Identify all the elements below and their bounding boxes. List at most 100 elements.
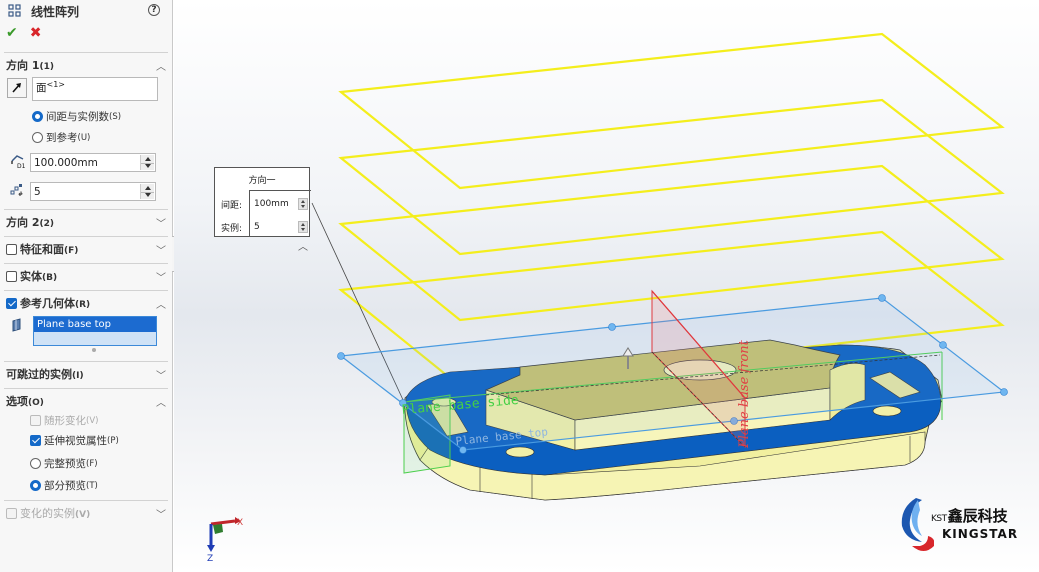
ok-button[interactable]: ✔ [6,25,18,41]
plane-base-front-label: Plane base front [737,339,752,449]
section-key: (R) [75,300,91,310]
bodies-checkbox[interactable] [6,270,17,282]
option-label: 随形变化 [44,415,86,427]
axis-triad [207,517,241,552]
chevron-up-icon[interactable]: ︿ [156,296,166,311]
spacing-spinner[interactable] [140,155,154,170]
section-options-header[interactable]: 选项(O) ︿ [6,392,168,410]
plane-handle [878,294,886,302]
chevron-down-icon[interactable]: ﹀ [156,367,166,382]
reverse-direction-button[interactable] [7,78,27,98]
option-key: (V) [86,415,99,426]
radio-spacing-instances[interactable]: 间距与实例数 (S) [32,109,121,124]
chevron-down-icon[interactable]: ﹀ [156,269,166,284]
option-full-preview[interactable]: 完整预览 (F) [30,456,98,471]
section-key: (I) [72,371,84,381]
plane-handle [608,323,616,331]
ref-geometry-checkbox[interactable] [6,297,17,309]
model-view[interactable]: Plane base side Plane base top Plane bas… [174,0,1039,572]
callout-title: 方向一 [248,176,276,186]
section-label: 参考几何体 [20,297,75,310]
instances-value: 5 [34,185,41,198]
section-key: (O) [28,398,44,408]
radio-button[interactable] [32,111,43,122]
section-key: (B) [42,273,58,283]
section-skip-instances-header[interactable]: 可跳过的实例(I) ﹀ [6,365,168,383]
callout-instances-input[interactable]: 5 [254,222,260,232]
option-propagate-visual[interactable]: 延伸视觉属性 (P) [30,433,119,448]
divider [4,236,168,237]
chevron-up-icon[interactable]: ︿ [156,58,166,73]
graphics-viewport[interactable]: Plane base side Plane base top Plane bas… [174,0,1039,572]
divider [4,500,168,501]
varying-instances-checkbox [6,507,17,519]
callout-spacing-label: 间距: [221,201,243,211]
reference-value: 面 [36,82,47,94]
question-circle-icon[interactable]: ? [148,4,160,16]
checkbox[interactable] [30,435,41,446]
chevron-down-icon[interactable]: ﹀ [156,215,166,230]
divider [4,209,168,210]
chevron-down-icon[interactable]: ﹀ [156,506,166,521]
resize-handle[interactable] [92,348,96,352]
radio-button[interactable] [32,132,43,143]
option-key: (P) [107,435,119,446]
svg-text:D1: D1 [17,163,26,169]
option-partial-preview[interactable]: 部分预览 (T) [30,478,98,493]
panel-title: 线性阵列 [31,4,80,19]
option-label: 完整预览 [44,458,86,470]
spacing-input[interactable]: 100.000mm [30,153,156,172]
pattern-preview-plane [338,98,1005,256]
callout-spacing-spinner[interactable] [298,198,308,210]
spacing-value: 100.000mm [34,156,98,169]
cancel-button[interactable]: ✖ [30,25,42,41]
plane-handle [1000,388,1008,396]
section-label: 变化的实例 [20,507,75,520]
radio-button[interactable] [30,480,41,491]
section-suffix: (1) [39,62,54,72]
plane-icon [12,318,21,332]
section-label: 方向 2 [6,216,40,229]
ref-geometry-selection-list[interactable]: Plane base top [33,316,157,346]
svg-text:#: # [18,191,23,197]
features-faces-checkbox[interactable] [6,243,17,255]
pattern-preview-plane [338,164,1005,322]
reverse-direction-icon [12,83,21,93]
checkbox [30,415,41,426]
pattern-preview-plane [338,32,1005,190]
section-features-faces-header[interactable]: 特征和面(F) ﹀ [6,240,168,258]
callout-instances-spinner[interactable] [298,221,308,233]
kingstar-logo: KST鑫辰科技 KINGSTAR [898,496,1028,556]
list-item[interactable]: Plane base top [34,317,156,332]
radio-button[interactable] [30,458,41,469]
callout-collapse-icon[interactable]: ︿ [298,238,308,253]
option-label: 延伸视觉属性 [44,435,107,447]
property-manager-panel: 线性阵列 ? ✔ ✖ 方向 1(1) ︿ 面 <1> 间距与实例数 (S) 到参考(… [0,0,173,572]
section-direction2-header[interactable]: 方向 2(2) ﹀ [6,213,168,231]
section-bodies-header[interactable]: 实体(B) ﹀ [6,267,168,285]
section-key: (F) [64,246,79,256]
section-varying-instances-header: 变化的实例(V) ﹀ [6,504,168,522]
direction1-reference-field[interactable]: 面 <1> [32,77,158,101]
axis-x-label: X [237,518,243,528]
reference-suffix: <1> [46,80,66,89]
section-label: 方向 1 [6,59,40,72]
divider [4,263,168,264]
spacing-icon: D1 [11,155,26,169]
section-suffix: (2) [39,219,54,229]
section-ref-geometry-header[interactable]: 参考几何体(R) ︿ [6,294,168,312]
section-direction1-header[interactable]: 方向 1(1) ︿ [6,56,168,74]
linear-pattern-icon [8,4,21,17]
instances-spinner[interactable] [140,184,154,199]
plane-handle [459,446,467,454]
divider [4,361,168,362]
chevron-up-icon[interactable]: ︿ [156,394,166,409]
instances-input[interactable]: 5 [30,182,156,201]
radio-up-to-reference[interactable]: 到参考 (U) [32,130,90,145]
callout-instances-label: 实例: [221,224,243,234]
callout-spacing-input[interactable]: 100mm [254,199,289,209]
logo-name-en: KINGSTAR [942,527,1019,541]
axis-z-label: Z [207,554,213,564]
chevron-down-icon[interactable]: ﹀ [156,242,166,257]
instances-icon: # [10,184,23,197]
